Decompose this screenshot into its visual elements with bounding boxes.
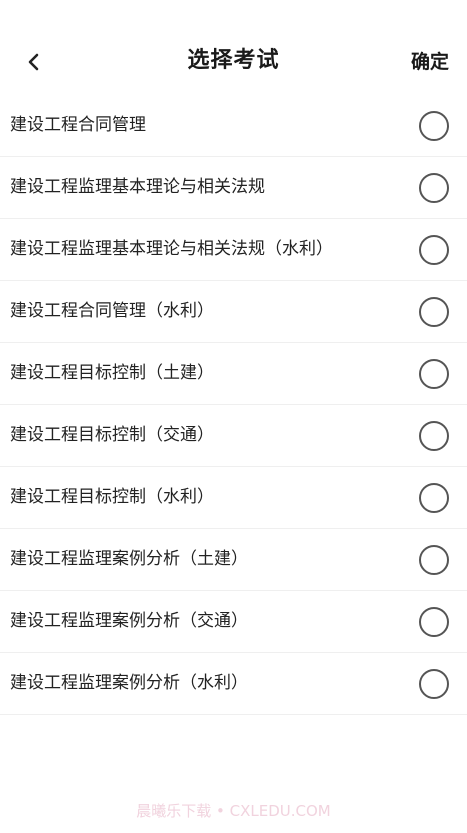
exam-option[interactable]: 建设工程目标控制（交通） (0, 405, 467, 467)
exam-option-label: 建设工程监理案例分析（土建） (10, 549, 248, 569)
exam-option-label: 建设工程目标控制（土建） (10, 363, 214, 383)
exam-option[interactable]: 建设工程目标控制（土建） (0, 343, 467, 405)
exam-option[interactable]: 建设工程监理基本理论与相关法规 (0, 157, 467, 219)
confirm-button[interactable]: 确定 (411, 46, 449, 78)
exam-option-label: 建设工程监理案例分析（交通） (10, 611, 248, 631)
radio-button[interactable] (419, 173, 449, 203)
radio-button[interactable] (419, 545, 449, 575)
exam-option-label: 建设工程监理案例分析（水利） (10, 673, 248, 693)
exam-list: 建设工程合同管理 建设工程监理基本理论与相关法规 建设工程监理基本理论与相关法规… (0, 95, 467, 715)
exam-option-label: 建设工程目标控制（交通） (10, 425, 214, 445)
radio-button[interactable] (419, 669, 449, 699)
page-title: 选择考试 (187, 48, 280, 73)
exam-option[interactable]: 建设工程监理案例分析（土建） (0, 529, 467, 591)
radio-button[interactable] (419, 111, 449, 141)
exam-option[interactable]: 建设工程监理案例分析（交通） (0, 591, 467, 653)
exam-option-label: 建设工程监理基本理论与相关法规（水利） (10, 239, 333, 259)
radio-button[interactable] (419, 359, 449, 389)
radio-button[interactable] (419, 421, 449, 451)
exam-option[interactable]: 建设工程监理案例分析（水利） (0, 653, 467, 715)
radio-button[interactable] (419, 235, 449, 265)
exam-option-label: 建设工程目标控制（水利） (10, 487, 214, 507)
header-bar: 选择考试 确定 (0, 0, 467, 95)
exam-option-label: 建设工程合同管理 (10, 115, 146, 135)
radio-button[interactable] (419, 607, 449, 637)
radio-button[interactable] (419, 297, 449, 327)
exam-option[interactable]: 建设工程目标控制（水利） (0, 467, 467, 529)
exam-option[interactable]: 建设工程合同管理 (0, 95, 467, 157)
radio-button[interactable] (419, 483, 449, 513)
watermark: 晨曦乐下载 • CXLEDU.COM (136, 802, 331, 820)
exam-option-label: 建设工程监理基本理论与相关法规 (10, 177, 265, 197)
exam-option[interactable]: 建设工程监理基本理论与相关法规（水利） (0, 219, 467, 281)
exam-option[interactable]: 建设工程合同管理（水利） (0, 281, 467, 343)
exam-option-label: 建设工程合同管理（水利） (10, 301, 214, 321)
